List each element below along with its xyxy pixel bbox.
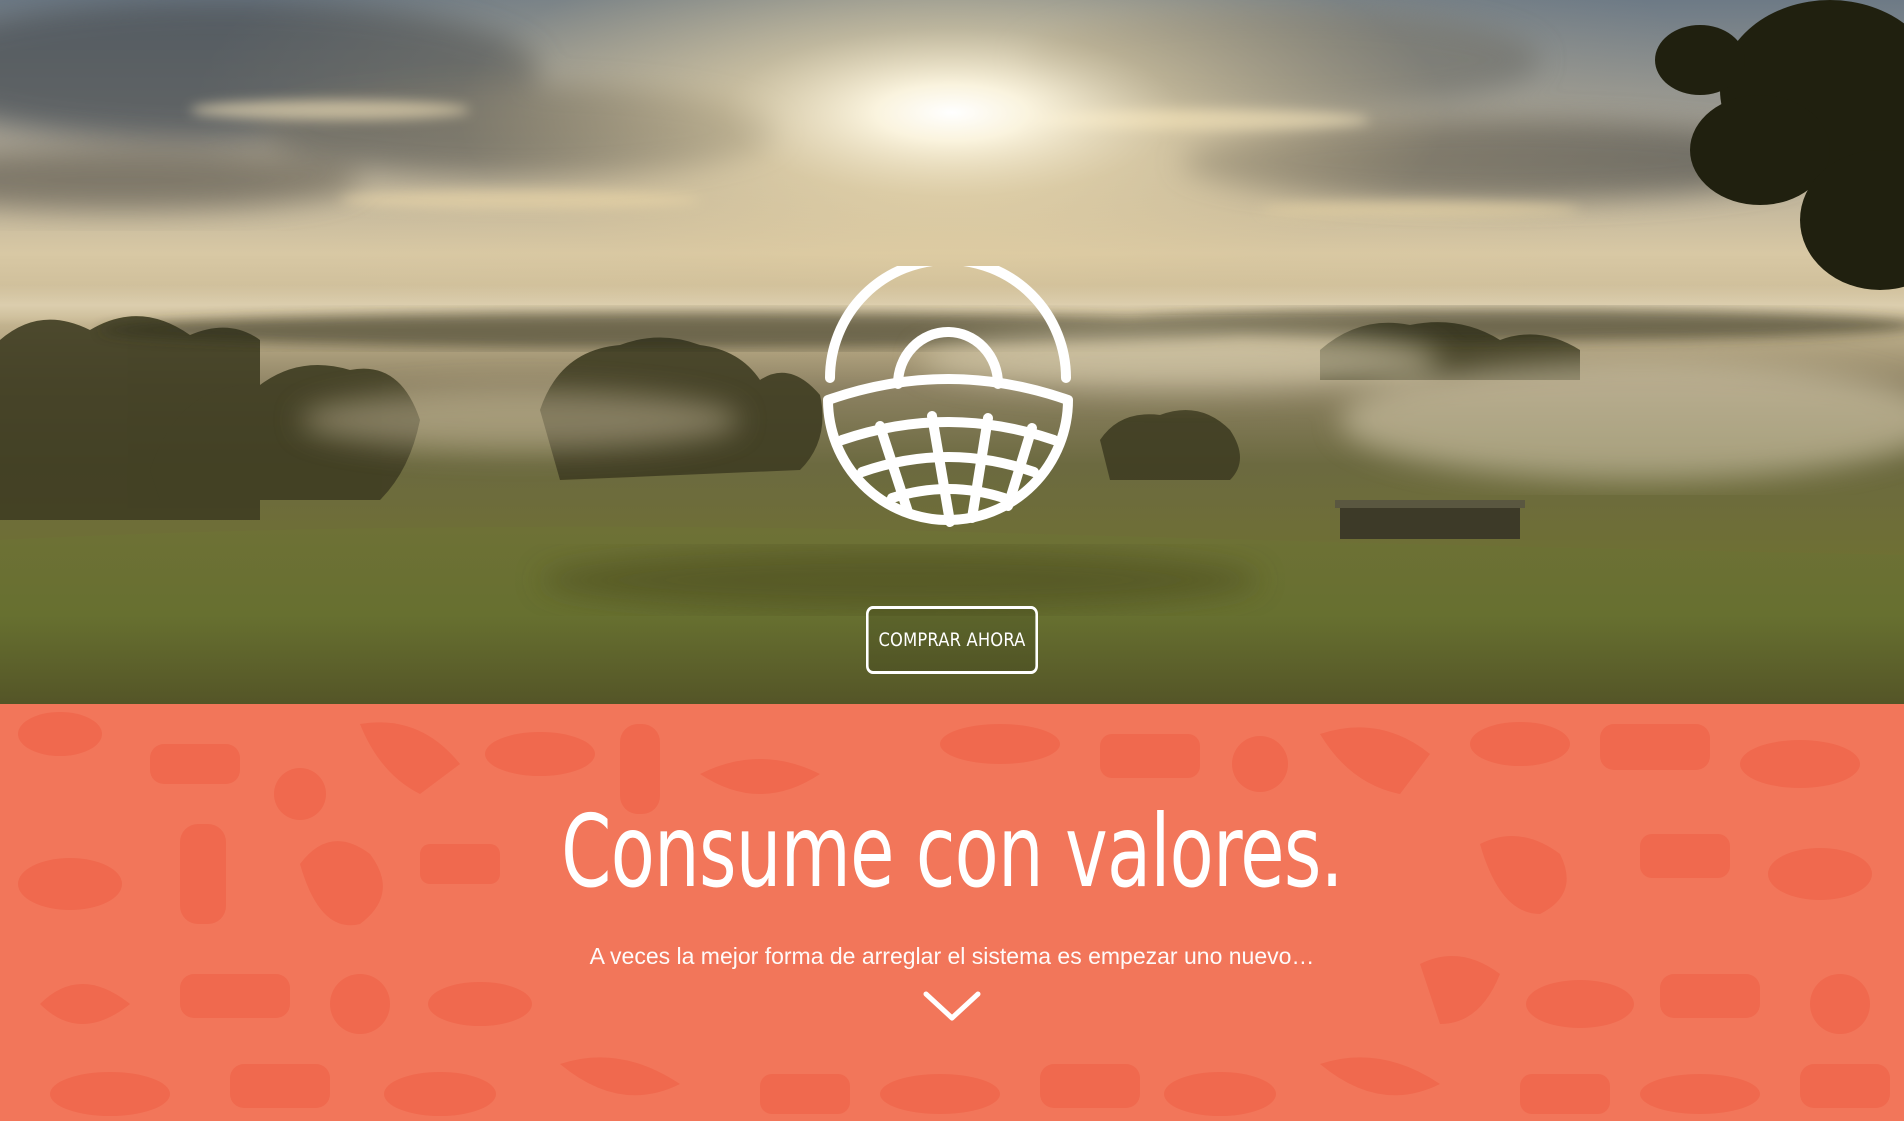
values-section: Consume con valores. A veces la mejor fo…: [0, 704, 1904, 1121]
values-subtitle: A veces la mejor forma de arreglar el si…: [589, 943, 1315, 969]
landing-page: COMPRAR AHORA Consume con valores. A vec…: [0, 0, 1904, 1121]
comprar-ahora-button[interactable]: COMPRAR AHORA: [866, 606, 1038, 674]
food-pattern-background: [18, 712, 1890, 1116]
values-title: Consume con valores.: [561, 793, 1343, 910]
basket-icon: [823, 266, 1073, 527]
chevron-down-icon[interactable]: [920, 984, 984, 1028]
hero-section: COMPRAR AHORA: [0, 0, 1904, 704]
